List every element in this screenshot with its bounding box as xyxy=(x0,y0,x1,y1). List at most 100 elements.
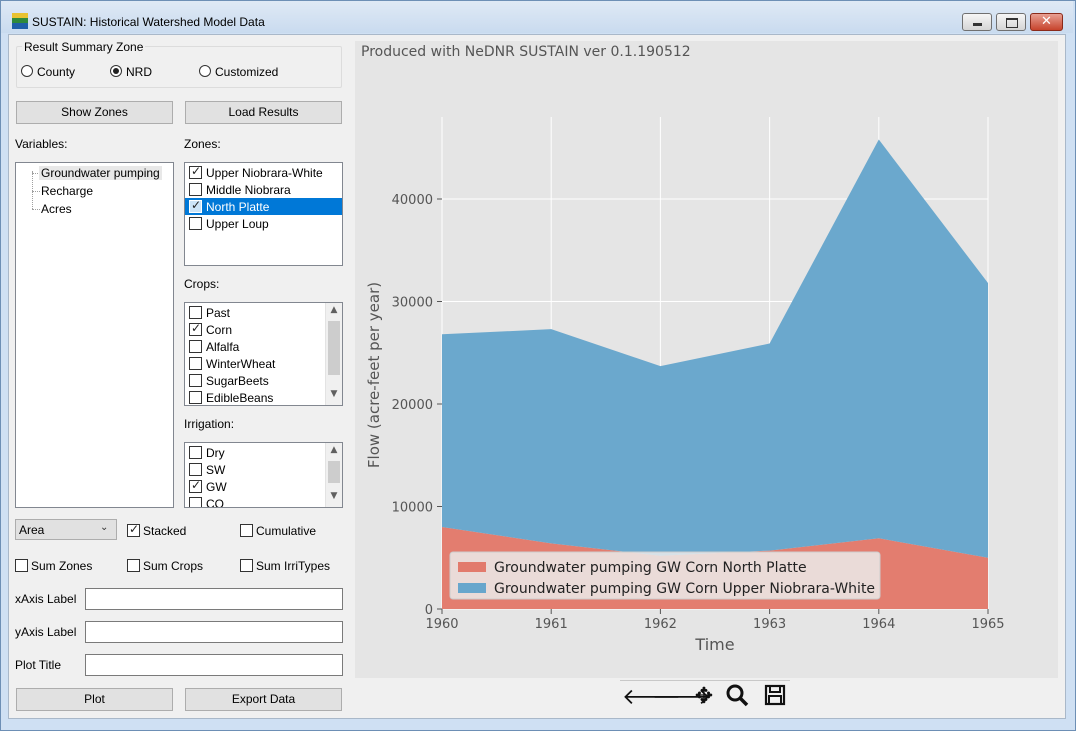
x-tick-label: 1964 xyxy=(862,617,895,632)
window-title: SUSTAIN: Historical Watershed Model Data xyxy=(32,15,265,29)
y-tick-label: 40000 xyxy=(392,193,433,208)
maximize-button[interactable] xyxy=(996,13,1026,31)
zoom-icon[interactable] xyxy=(723,682,751,714)
sum-crops-checkbox[interactable] xyxy=(127,559,140,572)
xaxis-input[interactable] xyxy=(85,588,343,610)
scroll-up-icon[interactable]: ▲ xyxy=(326,445,342,455)
list-item[interactable]: EdibleBeans xyxy=(185,389,342,405)
toolbar-divider xyxy=(620,680,790,681)
back-arrow-icon[interactable]: 🡐 xyxy=(622,684,681,710)
list-item[interactable]: GW xyxy=(185,478,342,495)
forward-arrow-icon[interactable]: 🡒 xyxy=(652,684,711,710)
area-chart[interactable]: 1960 1961 1962 1963 1964 1965 0 10000 20000 30000… xyxy=(355,41,1058,678)
save-icon[interactable] xyxy=(761,684,789,712)
crop-label: Past xyxy=(206,306,231,320)
irrigation-checkbox[interactable] xyxy=(189,446,202,459)
scroll-down-icon[interactable]: ▼ xyxy=(326,491,342,501)
variable-item-acres[interactable]: Acres xyxy=(41,202,72,216)
radio-customized[interactable] xyxy=(199,65,211,77)
scroll-up-icon[interactable]: ▲ xyxy=(326,305,342,315)
crop-checkbox[interactable] xyxy=(189,357,202,370)
irrigation-list[interactable]: Dry SW GW CO ▲ ▼ xyxy=(184,442,343,508)
stacked-label[interactable]: Stacked xyxy=(143,524,186,538)
plot-type-select[interactable]: Area ⌄ xyxy=(15,519,117,540)
tree-line xyxy=(32,191,40,192)
list-item[interactable]: Alfalfa xyxy=(185,338,342,355)
list-item[interactable]: WinterWheat xyxy=(185,355,342,372)
list-item[interactable]: Upper Niobrara-White xyxy=(185,164,342,181)
crop-label: SugarBeets xyxy=(206,374,269,388)
list-item[interactable]: Middle Niobrara xyxy=(185,181,342,198)
list-item[interactable]: SugarBeets xyxy=(185,372,342,389)
y-tick-label: 0 xyxy=(425,603,433,618)
sum-irritypes-checkbox[interactable] xyxy=(240,559,253,572)
crop-label: EdibleBeans xyxy=(206,391,274,405)
crop-label: WinterWheat xyxy=(206,357,276,371)
crop-label: Alfalfa xyxy=(206,340,240,354)
scroll-thumb[interactable] xyxy=(328,461,340,483)
list-item[interactable]: Dry xyxy=(185,444,342,461)
pan-icon[interactable]: ✥ xyxy=(690,684,718,709)
sum-crops-label[interactable]: Sum Crops xyxy=(143,559,203,573)
crop-checkbox[interactable] xyxy=(189,340,202,353)
chevron-down-icon: ⌄ xyxy=(100,522,109,533)
y-tick-label: 20000 xyxy=(392,398,433,413)
zone-checkbox[interactable] xyxy=(189,183,202,196)
list-item[interactable]: Past xyxy=(185,304,342,321)
crops-scrollbar[interactable]: ▲ ▼ xyxy=(325,303,342,405)
irrigation-checkbox[interactable] xyxy=(189,497,202,507)
irrigation-scrollbar[interactable]: ▲ ▼ xyxy=(325,443,342,507)
plot-title-input[interactable] xyxy=(85,654,343,676)
tree-line xyxy=(32,171,33,209)
zone-checkbox[interactable] xyxy=(189,164,202,179)
irrigation-checkbox[interactable] xyxy=(189,463,202,476)
load-results-button[interactable]: Load Results xyxy=(185,101,342,124)
minimize-button[interactable] xyxy=(962,13,992,31)
list-item[interactable]: Corn xyxy=(185,321,342,338)
yaxis-input[interactable] xyxy=(85,621,343,643)
stacked-checkbox[interactable] xyxy=(127,522,140,537)
radio-nrd-label[interactable]: NRD xyxy=(126,65,152,79)
sum-irritypes-label[interactable]: Sum IrriTypes xyxy=(256,559,330,573)
radio-county-label[interactable]: County xyxy=(37,65,75,79)
variable-item-recharge[interactable]: Recharge xyxy=(41,184,93,198)
show-zones-button[interactable]: Show Zones xyxy=(16,101,173,124)
irrigation-checkbox[interactable] xyxy=(189,478,202,493)
close-button[interactable]: ✕ xyxy=(1030,13,1063,31)
radio-customized-label[interactable]: Customized xyxy=(215,65,278,79)
scroll-thumb[interactable] xyxy=(328,321,340,375)
sum-zones-label[interactable]: Sum Zones xyxy=(31,559,92,573)
list-item[interactable]: Upper Loup xyxy=(185,215,342,232)
crop-checkbox[interactable] xyxy=(189,321,202,336)
list-item[interactable]: North Platte xyxy=(185,198,342,215)
radio-nrd[interactable] xyxy=(110,65,122,77)
plot-button[interactable]: Plot xyxy=(16,688,173,711)
sum-zones-checkbox[interactable] xyxy=(15,559,28,572)
radio-county[interactable] xyxy=(21,65,33,77)
crops-list[interactable]: Past Corn Alfalfa WinterWheat SugarBeets… xyxy=(184,302,343,406)
list-item[interactable]: CO xyxy=(185,495,342,508)
xaxis-label: xAxis Label xyxy=(15,592,77,606)
crops-label: Crops: xyxy=(184,277,220,291)
variable-item-groundwater-pumping[interactable]: Groundwater pumping xyxy=(39,166,162,180)
variables-tree[interactable]: Groundwater pumping Recharge Acres xyxy=(15,162,174,508)
zone-checkbox[interactable] xyxy=(189,198,202,213)
title-bar[interactable]: SUSTAIN: Historical Watershed Model Data… xyxy=(1,1,1073,33)
zones-list[interactable]: Upper Niobrara-White Middle Niobrara Nor… xyxy=(184,162,343,266)
cumulative-checkbox[interactable] xyxy=(240,524,253,537)
list-item[interactable]: SW xyxy=(185,461,342,478)
zone-checkbox[interactable] xyxy=(189,217,202,230)
irrigation-label-text: CO xyxy=(206,497,224,508)
export-data-button[interactable]: Export Data xyxy=(185,688,342,711)
y-axis-label: Flow (acre-feet per year) xyxy=(365,282,383,468)
y-tick-label: 30000 xyxy=(392,296,433,311)
crop-checkbox[interactable] xyxy=(189,306,202,319)
cumulative-label[interactable]: Cumulative xyxy=(256,524,316,538)
crop-checkbox[interactable] xyxy=(189,374,202,387)
x-tick-label: 1965 xyxy=(971,617,1004,632)
crop-checkbox[interactable] xyxy=(189,391,202,404)
variables-label: Variables: xyxy=(15,137,68,151)
scroll-down-icon[interactable]: ▼ xyxy=(326,389,342,399)
x-tick-label: 1962 xyxy=(644,617,677,632)
maximize-icon xyxy=(1006,18,1018,28)
